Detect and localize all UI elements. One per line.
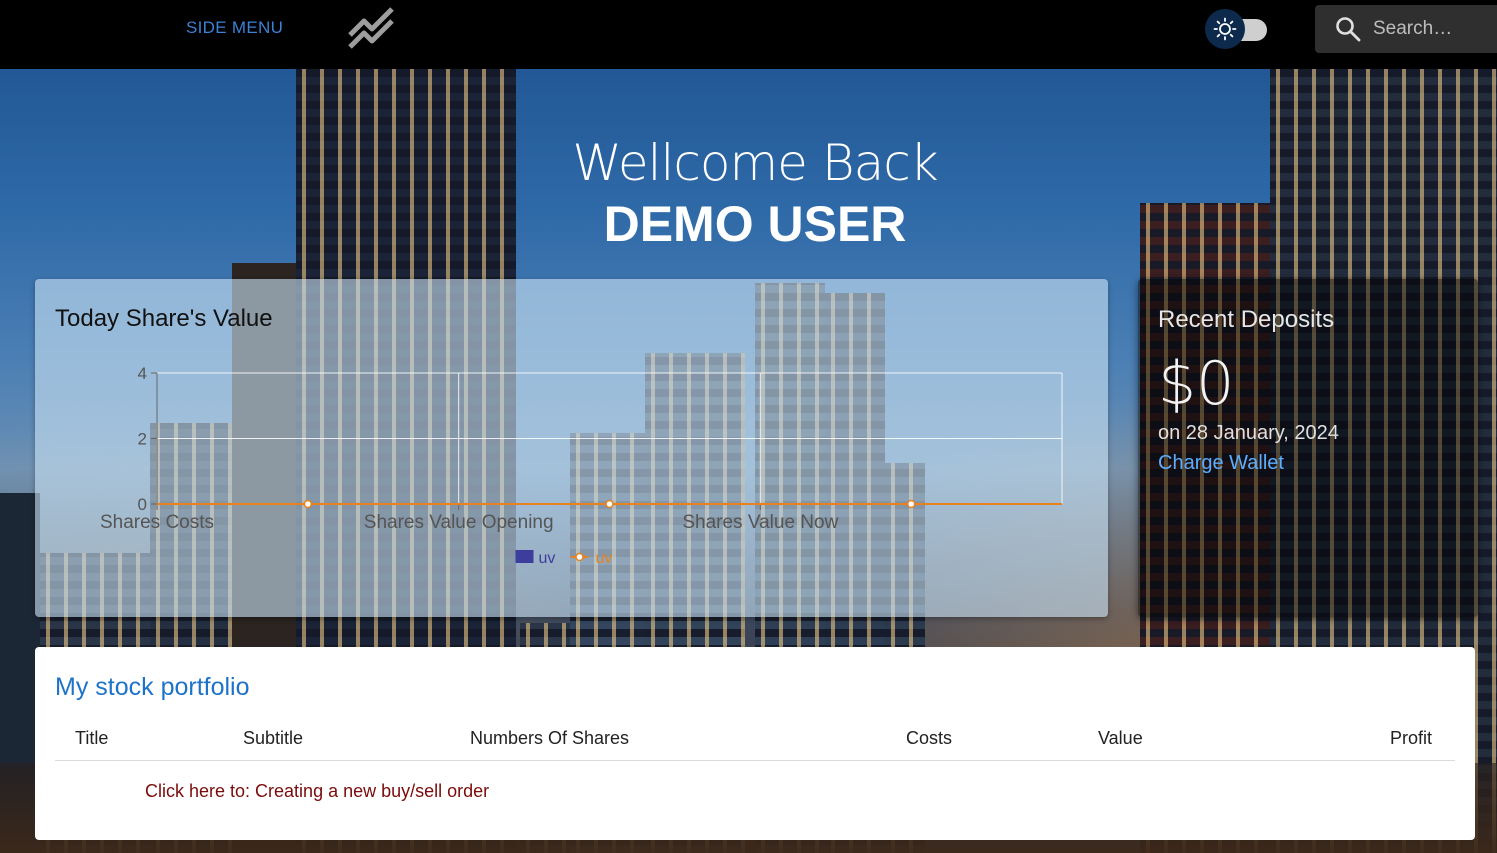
column-header-subtitle[interactable]: Subtitle <box>243 728 303 749</box>
column-header-costs[interactable]: Costs <box>906 728 952 749</box>
column-header-profit[interactable]: Profit <box>1390 728 1432 749</box>
side-menu-button[interactable]: SIDE MENU <box>186 18 283 38</box>
x-tick-label: Shares Costs <box>100 512 214 533</box>
legend-swatch-point <box>575 552 584 562</box>
trending-chart-icon[interactable] <box>346 5 398 51</box>
line-point <box>906 499 916 509</box>
top-app-bar: SIDE MENU <box>0 0 1497 69</box>
search-icon <box>1336 17 1361 42</box>
share-value-chart: 024Shares Costs Shares Value Opening Share… <box>100 364 1063 567</box>
search-input[interactable] <box>1373 16 1493 42</box>
column-header-title[interactable]: Title <box>75 728 108 749</box>
deposit-amount: $0 <box>1158 349 1235 419</box>
line-point <box>303 499 313 509</box>
search-box[interactable] <box>1315 5 1497 53</box>
sun-icon <box>1205 9 1245 49</box>
stock-portfolio-card: My stock portfolio Title Subtitle Number… <box>35 647 1475 840</box>
line-point <box>605 499 614 509</box>
recent-deposits-card: Recent Deposits $0 on 28 January, 2024 C… <box>1138 279 1478 617</box>
x-tick-label: Shares Value Opening <box>364 512 554 533</box>
legend-label: uv <box>539 550 556 567</box>
y-tick-label: 4 <box>138 364 147 383</box>
x-tick-label: Shares Value Now <box>682 512 838 533</box>
deposit-date: on 28 January, 2024 <box>1158 422 1339 444</box>
portfolio-table-header: Title Subtitle Numbers Of Shares Costs V… <box>55 713 1455 761</box>
legend-label: uv <box>596 550 613 567</box>
legend-swatch-bar <box>515 550 534 563</box>
theme-toggle-switch[interactable] <box>1205 9 1269 49</box>
username-heading: DEMO USER <box>603 196 907 252</box>
y-tick-label: 2 <box>138 430 147 449</box>
create-order-link[interactable]: Click here to: Creating a new buy/sell o… <box>145 781 489 802</box>
portfolio-title: My stock portfolio <box>55 673 250 701</box>
today-share-value-card: Today Share's Value 0 2 4 Shares Costs Share… <box>35 279 1108 617</box>
charge-wallet-link[interactable]: Charge Wallet <box>1158 452 1284 475</box>
welcome-heading: Wellcome Back <box>572 134 938 192</box>
column-header-numbers-of-shares[interactable]: Numbers Of Shares <box>470 728 629 749</box>
deposits-title: Recent Deposits <box>1158 306 1335 333</box>
column-header-value[interactable]: Value <box>1098 728 1143 749</box>
